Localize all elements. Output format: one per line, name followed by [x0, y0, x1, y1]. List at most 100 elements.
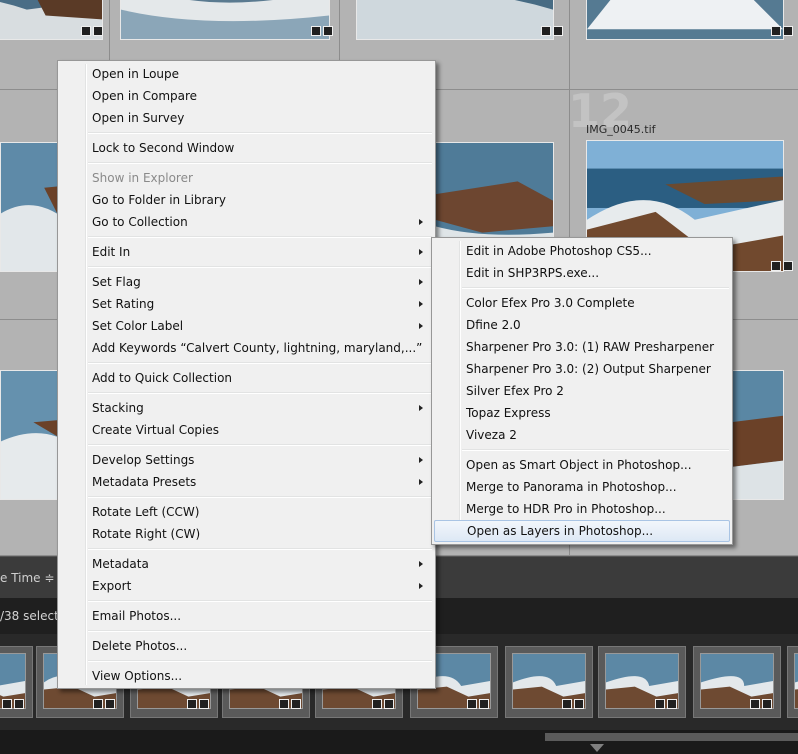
edit-badge-icon: [14, 699, 24, 709]
thumbnail-badges: [2, 699, 24, 709]
menu-item-label: Merge to Panorama in Photoshop...: [466, 480, 677, 494]
filmstrip-thumbnail[interactable]: [505, 646, 593, 718]
menu-separator: [88, 660, 432, 662]
menu-separator: [88, 630, 432, 632]
menu-item-label: Sharpener Pro 3.0: (2) Output Sharpener: [466, 362, 711, 376]
menu-item-metadata-presets[interactable]: Metadata Presets: [60, 471, 433, 493]
menu-item-label: Edit In: [92, 245, 131, 259]
submenu-item-open-as-smart-object-in-photoshop[interactable]: Open as Smart Object in Photoshop...: [434, 454, 730, 476]
menu-item-label: Set Color Label: [92, 319, 184, 333]
submenu-item-silver-efex-pro-2[interactable]: Silver Efex Pro 2: [434, 380, 730, 402]
filmstrip-thumbnail[interactable]: [693, 646, 781, 718]
scrollbar-thumb[interactable]: [545, 733, 798, 741]
submenu-item-edit-in-adobe-photoshop-cs5[interactable]: Edit in Adobe Photoshop CS5...: [434, 240, 730, 262]
submenu-item-color-efex-pro-3-0-complete[interactable]: Color Efex Pro 3.0 Complete: [434, 292, 730, 314]
metadata-badge-icon: [541, 26, 551, 36]
submenu-arrow-icon: [419, 479, 423, 485]
menu-item-lock-to-second-window[interactable]: Lock to Second Window: [60, 137, 433, 159]
edit-badge-icon: [479, 699, 489, 709]
menu-item-stacking[interactable]: Stacking: [60, 397, 433, 419]
menu-separator: [88, 496, 432, 498]
menu-item-label: Email Photos...: [92, 609, 182, 623]
filmstrip-thumbnail[interactable]: [787, 646, 798, 718]
edit-badge-icon: [574, 699, 584, 709]
menu-item-go-to-folder-in-library[interactable]: Go to Folder in Library: [60, 189, 433, 211]
menu-item-view-options[interactable]: View Options...: [60, 665, 433, 687]
menu-item-rotate-left-ccw[interactable]: Rotate Left (CCW): [60, 501, 433, 523]
submenu-arrow-icon: [419, 279, 423, 285]
edit-badge-icon: [783, 26, 793, 36]
menu-item-label: View Options...: [92, 669, 183, 683]
grid-thumbnail[interactable]: [586, 0, 784, 40]
metadata-badge-icon: [750, 699, 760, 709]
menu-item-set-color-label[interactable]: Set Color Label: [60, 315, 433, 337]
menu-separator: [88, 392, 432, 394]
submenu-item-viveza-2[interactable]: Viveza 2: [434, 424, 730, 446]
edit-badge-icon: [553, 26, 563, 36]
menu-item-add-to-quick-collection[interactable]: Add to Quick Collection: [60, 367, 433, 389]
edit-badge-icon: [384, 699, 394, 709]
edit-badge-icon: [762, 699, 772, 709]
metadata-badge-icon: [2, 699, 12, 709]
metadata-badge-icon: [771, 26, 781, 36]
filmstrip-thumbnail[interactable]: [0, 646, 33, 718]
menu-item-label: Export: [92, 579, 132, 593]
menu-item-set-rating[interactable]: Set Rating: [60, 293, 433, 315]
submenu-item-open-as-layers-in-photoshop[interactable]: Open as Layers in Photoshop...: [434, 520, 730, 542]
filmstrip-thumbnail[interactable]: [598, 646, 686, 718]
menu-item-show-in-explorer: Show in Explorer: [60, 167, 433, 189]
filmstrip-scrollbar[interactable]: [0, 730, 798, 754]
grid-thumbnail[interactable]: [120, 0, 330, 40]
grid-thumbnail[interactable]: [356, 0, 554, 40]
menu-item-export[interactable]: Export: [60, 575, 433, 597]
menu-separator: [88, 600, 432, 602]
menu-item-set-flag[interactable]: Set Flag: [60, 271, 433, 293]
menu-item-label: Create Virtual Copies: [92, 423, 220, 437]
menu-item-label: Delete Photos...: [92, 639, 188, 653]
submenu-item-edit-in-shp3rps-exe[interactable]: Edit in SHP3RPS.exe...: [434, 262, 730, 284]
submenu-item-topaz-express[interactable]: Topaz Express: [434, 402, 730, 424]
sort-order-selector[interactable]: e Time ≑: [0, 571, 54, 585]
submenu-item-merge-to-panorama-in-photoshop[interactable]: Merge to Panorama in Photoshop...: [434, 476, 730, 498]
submenu-arrow-icon: [419, 405, 423, 411]
thumbnail-badges: [771, 261, 793, 271]
menu-item-label: Set Flag: [92, 275, 141, 289]
menu-item-rotate-right-cw[interactable]: Rotate Right (CW): [60, 523, 433, 545]
context-menu: Open in Loupe Open in Compare Open in Surv…: [57, 60, 436, 689]
submenu-item-dfine-2-0[interactable]: Dfine 2.0: [434, 314, 730, 336]
menu-separator: [88, 162, 432, 164]
filmstrip-photo: [794, 653, 798, 709]
menu-item-edit-in[interactable]: Edit In: [60, 241, 433, 263]
menu-item-open-in-loupe[interactable]: Open in Loupe: [60, 63, 433, 85]
menu-item-label: Edit in Adobe Photoshop CS5...: [466, 244, 652, 258]
menu-item-open-in-survey[interactable]: Open in Survey: [60, 107, 433, 129]
edit-badge-icon: [291, 699, 301, 709]
metadata-badge-icon: [655, 699, 665, 709]
menu-item-metadata[interactable]: Metadata: [60, 553, 433, 575]
edit-badge-icon: [105, 699, 115, 709]
submenu-item-merge-to-hdr-pro-in-photoshop[interactable]: Merge to HDR Pro in Photoshop...: [434, 498, 730, 520]
menu-item-label: Open in Survey: [92, 111, 185, 125]
thumbnail-badges: [467, 699, 489, 709]
cell-filename: IMG_0045.tif: [586, 123, 656, 136]
menu-item-delete-photos[interactable]: Delete Photos...: [60, 635, 433, 657]
menu-item-label: Sharpener Pro 3.0: (1) RAW Presharpener: [466, 340, 715, 354]
grid-cell[interactable]: [570, 0, 798, 90]
thumbnail-badges: [372, 699, 394, 709]
grid-thumbnail[interactable]: [730, 370, 784, 500]
thumbnail-badges: [541, 26, 563, 36]
menu-item-label: Stacking: [92, 401, 144, 415]
submenu-item-sharpener-pro-3-0-2-output-sharpener[interactable]: Sharpener Pro 3.0: (2) Output Sharpener: [434, 358, 730, 380]
menu-item-open-in-compare[interactable]: Open in Compare: [60, 85, 433, 107]
menu-item-email-photos[interactable]: Email Photos...: [60, 605, 433, 627]
edit-badge-icon: [199, 699, 209, 709]
submenu-item-sharpener-pro-3-0-1-raw-presharpener[interactable]: Sharpener Pro 3.0: (1) RAW Presharpener: [434, 336, 730, 358]
menu-item-add-keywords-calvert-county-lightning-maryland[interactable]: Add Keywords “Calvert County, lightning,…: [60, 337, 433, 359]
menu-item-create-virtual-copies[interactable]: Create Virtual Copies: [60, 419, 433, 441]
menu-item-go-to-collection[interactable]: Go to Collection: [60, 211, 433, 233]
menu-separator: [462, 449, 729, 451]
submenu-arrow-icon: [419, 219, 423, 225]
menu-separator: [88, 132, 432, 134]
filmstrip-toggle-arrow-icon[interactable]: [590, 744, 604, 752]
menu-item-develop-settings[interactable]: Develop Settings: [60, 449, 433, 471]
